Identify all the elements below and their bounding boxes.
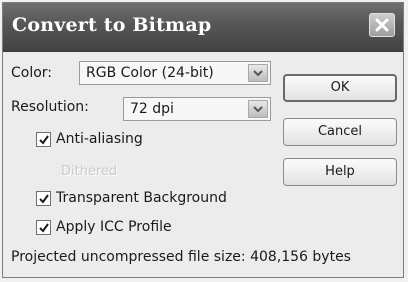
chevron-down-icon	[253, 70, 263, 77]
color-select[interactable]: RGB Color (24-bit)	[79, 61, 271, 85]
resolution-select-value: 72 dpi	[130, 101, 174, 117]
resolution-dropdown-button[interactable]	[248, 100, 268, 118]
checkmark-icon	[39, 223, 49, 233]
color-select-value: RGB Color (24-bit)	[86, 65, 214, 81]
apply-icc-profile-label: Apply ICC Profile	[56, 219, 172, 235]
apply-icc-profile-checkbox[interactable]	[36, 220, 51, 235]
transparent-background-label: Transparent Background	[56, 190, 227, 206]
anti-aliasing-option[interactable]: Anti-aliasing	[36, 131, 236, 151]
convert-to-bitmap-dialog: Convert to Bitmap Color: RGB Color (24-b…	[2, 2, 404, 278]
title-bar[interactable]: Convert to Bitmap	[3, 3, 403, 52]
close-button[interactable]	[369, 13, 395, 37]
chevron-down-icon	[253, 106, 263, 113]
transparent-background-checkbox[interactable]	[36, 191, 51, 206]
anti-aliasing-label: Anti-aliasing	[56, 131, 143, 147]
close-icon	[375, 18, 389, 32]
projected-file-size: Projected uncompressed file size: 408,15…	[11, 249, 351, 265]
dialog-title: Convert to Bitmap	[12, 14, 212, 36]
resolution-label: Resolution:	[11, 99, 89, 115]
ok-button[interactable]: OK	[283, 74, 397, 102]
help-button[interactable]: Help	[283, 158, 397, 186]
resolution-select[interactable]: 72 dpi	[123, 97, 271, 121]
cancel-button[interactable]: Cancel	[283, 118, 397, 146]
color-dropdown-button[interactable]	[248, 64, 268, 82]
checkmark-icon	[39, 194, 49, 204]
color-label: Color:	[11, 65, 53, 81]
checkmark-icon	[39, 135, 49, 145]
apply-icc-profile-option[interactable]: Apply ICC Profile	[36, 219, 236, 239]
dithered-label-disabled: Dithered	[61, 164, 118, 179]
anti-aliasing-checkbox[interactable]	[36, 132, 51, 147]
transparent-background-option[interactable]: Transparent Background	[36, 190, 276, 210]
